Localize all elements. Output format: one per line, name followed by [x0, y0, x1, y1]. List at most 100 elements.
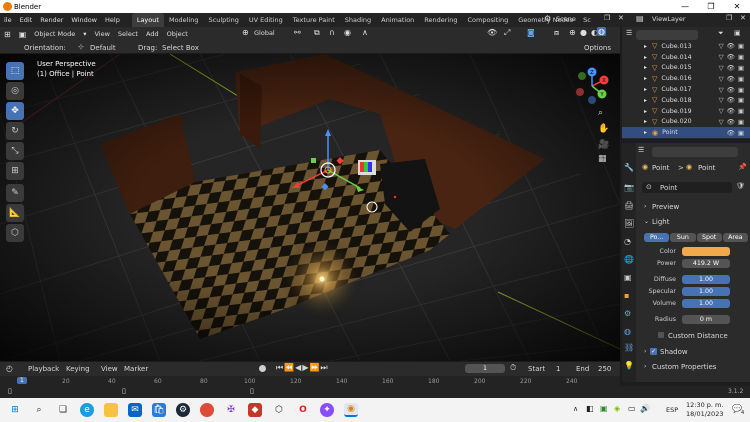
playback-menu[interactable]: Playback — [28, 365, 59, 373]
tab-layout[interactable]: Layout — [131, 13, 164, 27]
row-controls[interactable]: ▽👁▣ — [719, 64, 747, 72]
drag-dropdown[interactable]: Select Box — [162, 44, 199, 52]
scene-close-icon[interactable]: ✕ — [614, 14, 628, 22]
orientation-icon[interactable]: ⊹ — [78, 43, 84, 51]
row-controls[interactable]: ▽👁▣ — [719, 53, 747, 61]
messenger-icon[interactable]: ✦ — [320, 403, 334, 417]
scene-name[interactable]: Scene — [552, 15, 580, 23]
scale-tool[interactable]: ⤡ — [6, 142, 24, 160]
ortho-toggle-icon[interactable]: ▦ — [598, 154, 607, 164]
editor-type-icon[interactable]: ⊞ — [0, 30, 15, 39]
unity-icon[interactable]: ⬡ — [272, 403, 286, 417]
physics-tab-icon[interactable]: ◍ — [624, 327, 631, 336]
start-field[interactable]: 1 — [556, 365, 560, 373]
properties-editor-icon[interactable]: ☰ — [638, 146, 644, 154]
chevron-down-icon[interactable]: ⌄ — [644, 218, 649, 225]
app-red-icon[interactable]: ◆ — [248, 403, 262, 417]
light-data-selector[interactable]: ⊙ Point — [642, 182, 732, 193]
menu-edit[interactable]: Edit — [16, 16, 37, 24]
modifier-tab-icon[interactable]: ⚙ — [624, 309, 631, 318]
record-button[interactable] — [259, 365, 266, 372]
minimize-button[interactable]: — — [672, 2, 698, 11]
mode-icon[interactable]: ▣ — [15, 30, 31, 39]
color-swatch[interactable] — [682, 247, 730, 256]
outliner-filter-funnel-icon[interactable]: ⏷ — [718, 29, 724, 38]
preview-section[interactable]: Preview — [652, 203, 679, 211]
current-frame-field[interactable]: 1 — [465, 364, 505, 373]
outliner-row[interactable]: ▸ ▽ Cube.015 ▽👁▣ — [622, 63, 750, 74]
menu-render[interactable]: Render — [36, 16, 67, 24]
cursor-tool[interactable]: ◎ — [6, 82, 24, 100]
clock-icon[interactable]: ⏱ — [510, 363, 516, 373]
end-field[interactable]: 250 — [598, 365, 611, 373]
app-purple-icon[interactable]: ✠ — [224, 403, 238, 417]
gizmo-icon[interactable]: ⤢ — [500, 28, 514, 38]
outliner-new-collection-icon[interactable]: ▣ — [734, 29, 741, 37]
3d-viewport[interactable]: User Perspective (1) Office | Point ⬚ ◎ … — [0, 54, 620, 361]
chevron-right-icon[interactable]: › — [644, 203, 646, 210]
pan-view-icon[interactable]: ✋ — [598, 124, 609, 134]
mode-dropdown[interactable]: Object Mode — [30, 30, 79, 38]
menu-select[interactable]: Select — [114, 30, 142, 38]
rendered-shading-icon[interactable]: ◍ — [597, 27, 606, 36]
viewlayer-icon[interactable]: ▤ — [632, 14, 648, 23]
object-tab-icon[interactable]: ▪ — [624, 291, 629, 300]
move-tool[interactable]: ✥ — [6, 102, 24, 120]
chrome-icon[interactable] — [200, 403, 214, 417]
chevron-right-icon[interactable]: › — [644, 363, 646, 370]
timeline-editor-icon[interactable]: ◴ — [6, 364, 13, 373]
custom-distance-checkbox[interactable] — [658, 332, 664, 338]
keying-menu[interactable]: Keying — [66, 365, 90, 373]
shadow-section[interactable]: Shadow — [660, 348, 688, 356]
outliner-row[interactable]: ▸ ▽ Cube.016 ▽👁▣ — [622, 73, 750, 84]
outliner-row[interactable]: ▸ ▽ Cube.020 ▽👁▣ — [622, 117, 750, 128]
add-cube-tool[interactable]: ⬡ — [6, 224, 24, 242]
edge-icon[interactable]: e — [80, 403, 94, 417]
outliner-row[interactable]: ▸ ▽ Cube.013 ▽👁▣ — [622, 41, 750, 52]
steam-icon[interactable]: ⚙ — [176, 403, 190, 417]
search-icon[interactable]: ⌕ — [32, 403, 46, 417]
xray-icon[interactable]: ⧈ — [550, 28, 563, 38]
tab-compositing[interactable]: Compositing — [463, 13, 514, 27]
custom-properties-section[interactable]: Custom Properties — [652, 363, 716, 371]
menu-add[interactable]: Add — [142, 30, 163, 38]
options-dropdown[interactable]: Options — [584, 44, 611, 52]
store-icon[interactable]: 🛍 — [152, 403, 166, 417]
outliner-search-field[interactable] — [636, 30, 698, 40]
outliner-row[interactable]: ▸ ▽ Cube.017 ▽👁▣ — [622, 84, 750, 95]
outliner-row[interactable]: ▸ ▽ Cube.019 ▽👁▣ — [622, 106, 750, 117]
row-controls[interactable]: 👁▣ — [722, 129, 747, 137]
specular-field[interactable]: 1.00 — [682, 287, 730, 296]
playback-controls[interactable]: ⏮⏪◀▶⏩⏭ — [276, 363, 329, 373]
tab-shading[interactable]: Shading — [340, 13, 376, 27]
rotate-tool[interactable]: ↻ — [6, 122, 24, 140]
menu-help[interactable]: Help — [101, 16, 124, 24]
chevron-down-icon[interactable]: ▾ — [79, 30, 90, 38]
row-controls[interactable]: ▽👁▣ — [719, 118, 747, 126]
snap-icon[interactable]: ⧉ — [310, 28, 324, 38]
view-menu[interactable]: View — [101, 365, 118, 373]
view-layer-name[interactable]: ViewLayer — [648, 15, 690, 23]
light-data-tab-icon[interactable]: 💡 — [624, 361, 634, 370]
properties-search-field[interactable] — [652, 147, 738, 157]
marker-menu[interactable]: Marker — [124, 365, 148, 373]
clock-date[interactable]: 18/01/2023 — [686, 410, 723, 418]
windows-start-icon[interactable]: ⊞ — [8, 403, 22, 417]
tool-tab-icon[interactable]: 🔧 — [624, 163, 634, 172]
light-type-sun[interactable]: Sun — [670, 233, 696, 242]
annotate-tool[interactable]: ✎ — [6, 184, 24, 202]
light-type-point[interactable]: Po... — [644, 233, 670, 242]
proportional-edit-icon[interactable]: ◉ — [340, 28, 355, 37]
overlay-icon[interactable]: ◙ — [523, 28, 539, 37]
falloff-icon[interactable]: ∧ — [358, 28, 372, 37]
light-type-area[interactable]: Area — [722, 233, 748, 242]
clock-time[interactable]: 12:30 p. m. — [686, 401, 723, 409]
world-tab-icon[interactable]: 🌐 — [624, 255, 634, 264]
chevron-right-icon[interactable]: › — [644, 348, 646, 355]
select-box-tool[interactable]: ⬚ — [6, 62, 24, 80]
language-indicator[interactable]: ESP — [666, 406, 678, 414]
fake-user-icon[interactable]: 🛡 — [736, 182, 745, 190]
close-button[interactable]: ✕ — [724, 2, 750, 11]
viewlayer-copy-icon[interactable]: ❐ — [722, 14, 736, 22]
light-section[interactable]: Light — [652, 218, 669, 226]
